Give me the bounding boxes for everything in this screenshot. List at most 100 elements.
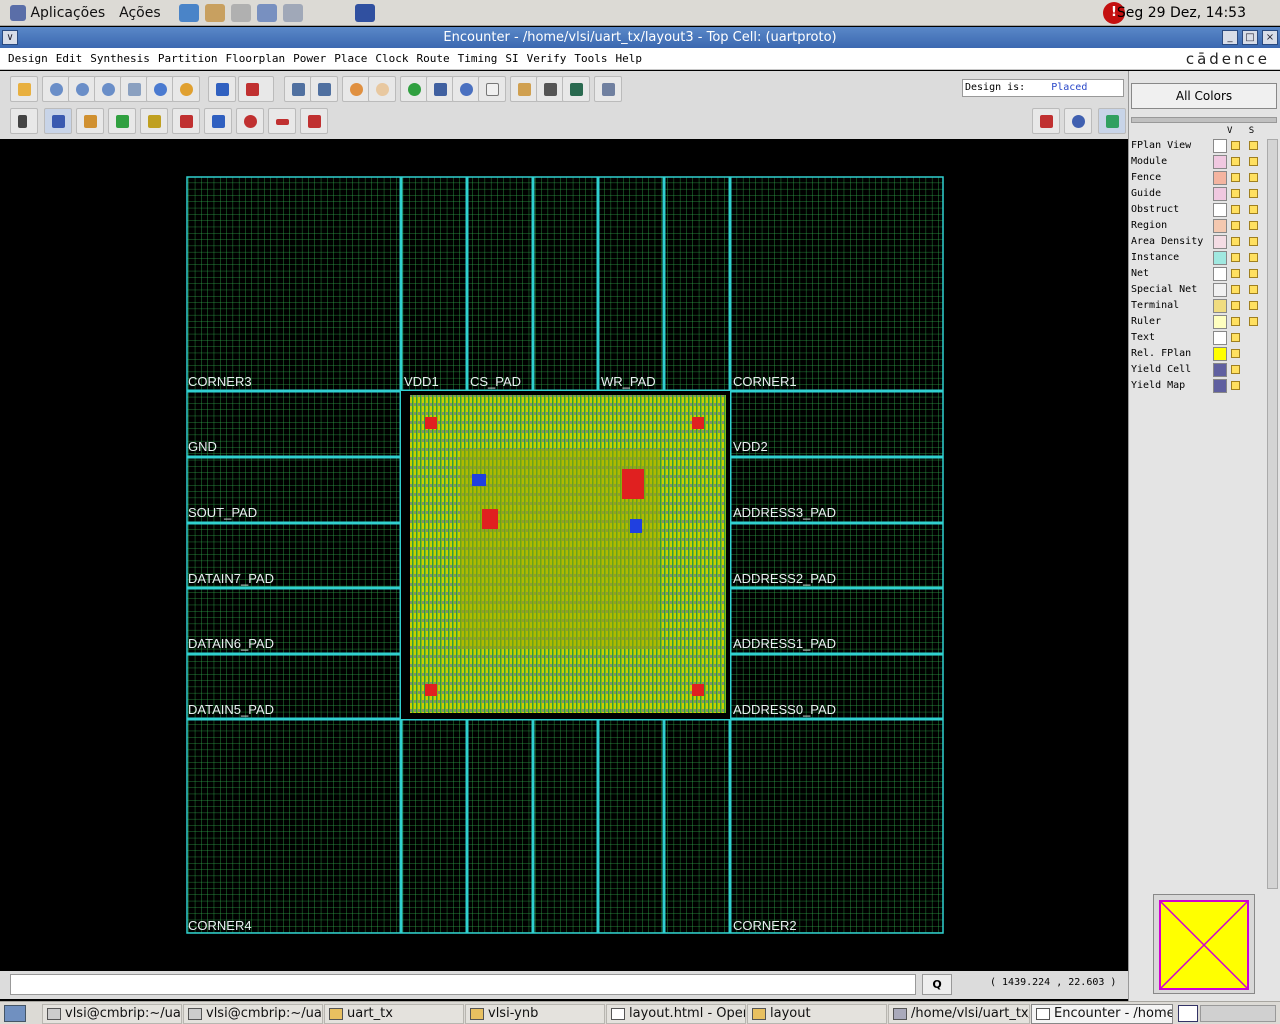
menu-clock[interactable]: Clock <box>375 48 408 70</box>
wire-tool[interactable] <box>76 108 104 134</box>
layout-canvas[interactable]: CORNER3 VDD1 CS_PAD WR_PAD CORNER1 GND V… <box>0 139 1128 971</box>
move-tool[interactable] <box>44 108 72 134</box>
menu-verify[interactable]: Verify <box>527 48 567 70</box>
layer-color-swatch[interactable] <box>1213 363 1227 377</box>
visible-checkbox[interactable] <box>1231 221 1240 230</box>
layer-row[interactable]: Rel. FPlan <box>1131 346 1271 362</box>
layer-row[interactable]: Yield Map <box>1131 378 1271 394</box>
layer-color-swatch[interactable] <box>1213 203 1227 217</box>
selectable-checkbox[interactable] <box>1249 269 1258 278</box>
layer-color-swatch[interactable] <box>1213 171 1227 185</box>
selectable-checkbox[interactable] <box>1249 285 1258 294</box>
layer-row[interactable]: Fence <box>1131 170 1271 186</box>
visible-checkbox[interactable] <box>1231 157 1240 166</box>
launcher-files-icon[interactable] <box>204 3 225 22</box>
fit-button[interactable] <box>120 76 148 102</box>
route-tool[interactable] <box>140 108 168 134</box>
visible-checkbox[interactable] <box>1231 301 1240 310</box>
close-button[interactable]: × <box>1262 30 1278 45</box>
task-openoffice[interactable]: layout.html - OpenC <box>606 1004 746 1024</box>
query-button[interactable]: Q <box>922 974 952 995</box>
pad-label[interactable]: CORNER2 <box>733 918 797 933</box>
pad-label[interactable]: DATAIN5_PAD <box>188 702 274 717</box>
menu-floorplan[interactable]: Floorplan <box>225 48 285 70</box>
task-terminal-2[interactable]: vlsi@cmbrip:~/uart_ <box>183 1004 323 1024</box>
clipboard-button[interactable] <box>510 76 538 102</box>
layer-row[interactable]: Text <box>1131 330 1271 346</box>
menu-partition[interactable]: Partition <box>158 48 218 70</box>
flag-tool[interactable] <box>300 108 328 134</box>
layer-color-swatch[interactable] <box>1213 283 1227 297</box>
launcher-editor-icon[interactable] <box>230 3 251 22</box>
clock[interactable]: Seg 29 Dez, 14:53 <box>1117 5 1246 21</box>
visible-checkbox[interactable] <box>1231 205 1240 214</box>
visible-checkbox[interactable] <box>1231 173 1240 182</box>
pad-label[interactable]: VDD2 <box>733 439 768 454</box>
layer-row[interactable]: Guide <box>1131 186 1271 202</box>
menu-route[interactable]: Route <box>416 48 449 70</box>
amoeba-view-button[interactable] <box>1064 108 1092 134</box>
visible-checkbox[interactable] <box>1231 333 1240 342</box>
layer-color-swatch[interactable] <box>1213 235 1227 249</box>
visible-checkbox[interactable] <box>1231 253 1240 262</box>
hierarchy-browser-button[interactable] <box>426 76 454 102</box>
hierarchy-down-button[interactable] <box>284 76 312 102</box>
visible-checkbox[interactable] <box>1231 285 1240 294</box>
task-terminal-1[interactable]: vlsi@cmbrip:~/uart_ <box>42 1004 182 1024</box>
selectable-checkbox[interactable] <box>1249 317 1258 326</box>
layer-row[interactable]: FPlan View <box>1131 138 1271 154</box>
pad-label[interactable]: CS_PAD <box>470 374 521 389</box>
pad-label[interactable]: ADDRESS3_PAD <box>733 505 836 520</box>
layer-row[interactable]: Net <box>1131 266 1271 282</box>
layer-row[interactable]: Module <box>1131 154 1271 170</box>
resize-tool[interactable] <box>172 108 200 134</box>
task-folder-uart[interactable]: uart_tx <box>324 1004 464 1024</box>
place-tool[interactable] <box>108 108 136 134</box>
workspace-switcher-other[interactable] <box>1200 1005 1276 1022</box>
menu-timing[interactable]: Timing <box>458 48 498 70</box>
window-titlebar[interactable]: ∨ Encounter - /home/vlsi/uart_tx/layout3… <box>0 27 1280 48</box>
physical-view-button[interactable] <box>1098 108 1126 134</box>
menu-tools[interactable]: Tools <box>574 48 607 70</box>
launcher-browser-icon[interactable] <box>178 3 199 22</box>
visible-checkbox[interactable] <box>1231 317 1240 326</box>
menu-place[interactable]: Place <box>334 48 367 70</box>
maximize-button[interactable]: □ <box>1242 30 1258 45</box>
task-editor[interactable]: /home/vlsi/uart_tx/la <box>888 1004 1030 1024</box>
zoom-out-button[interactable] <box>68 76 96 102</box>
layer-color-swatch[interactable] <box>1213 219 1227 233</box>
undo-button[interactable] <box>342 76 370 102</box>
menu-help[interactable]: Help <box>615 48 642 70</box>
menu-si[interactable]: SI <box>505 48 518 70</box>
design-browser-button[interactable] <box>400 76 428 102</box>
overview-thumbnail[interactable] <box>1153 894 1255 994</box>
pad-label[interactable]: DATAIN6_PAD <box>188 636 274 651</box>
layer-color-swatch[interactable] <box>1213 155 1227 169</box>
pad-label[interactable]: SOUT_PAD <box>188 505 257 520</box>
launcher-terminal-icon[interactable] <box>354 3 375 22</box>
command-input[interactable] <box>10 974 916 995</box>
color-scroll[interactable] <box>1131 117 1277 123</box>
cut-tool[interactable] <box>236 108 264 134</box>
layer-color-swatch[interactable] <box>1213 299 1227 313</box>
pad-label[interactable]: ADDRESS0_PAD <box>733 702 836 717</box>
notes-button[interactable] <box>478 76 506 102</box>
layer-color-swatch[interactable] <box>1213 315 1227 329</box>
pad-label[interactable]: CORNER4 <box>188 918 252 933</box>
layer-row[interactable]: Ruler <box>1131 314 1271 330</box>
window-menu-button[interactable]: ∨ <box>2 30 18 45</box>
selectable-checkbox[interactable] <box>1249 253 1258 262</box>
selectable-checkbox[interactable] <box>1249 141 1258 150</box>
visible-checkbox[interactable] <box>1231 365 1240 374</box>
stretch-tool[interactable] <box>268 108 296 134</box>
display-button[interactable] <box>562 76 590 102</box>
layer-row[interactable]: Area Density <box>1131 234 1271 250</box>
menu-synthesis[interactable]: Synthesis <box>90 48 150 70</box>
settings-button[interactable] <box>594 76 622 102</box>
layer-row[interactable]: Special Net <box>1131 282 1271 298</box>
visible-checkbox[interactable] <box>1231 349 1240 358</box>
layer-scrollbar[interactable] <box>1267 139 1278 889</box>
floorplan-view-button[interactable] <box>1032 108 1060 134</box>
selectable-checkbox[interactable] <box>1249 189 1258 198</box>
redo-button[interactable] <box>368 76 396 102</box>
